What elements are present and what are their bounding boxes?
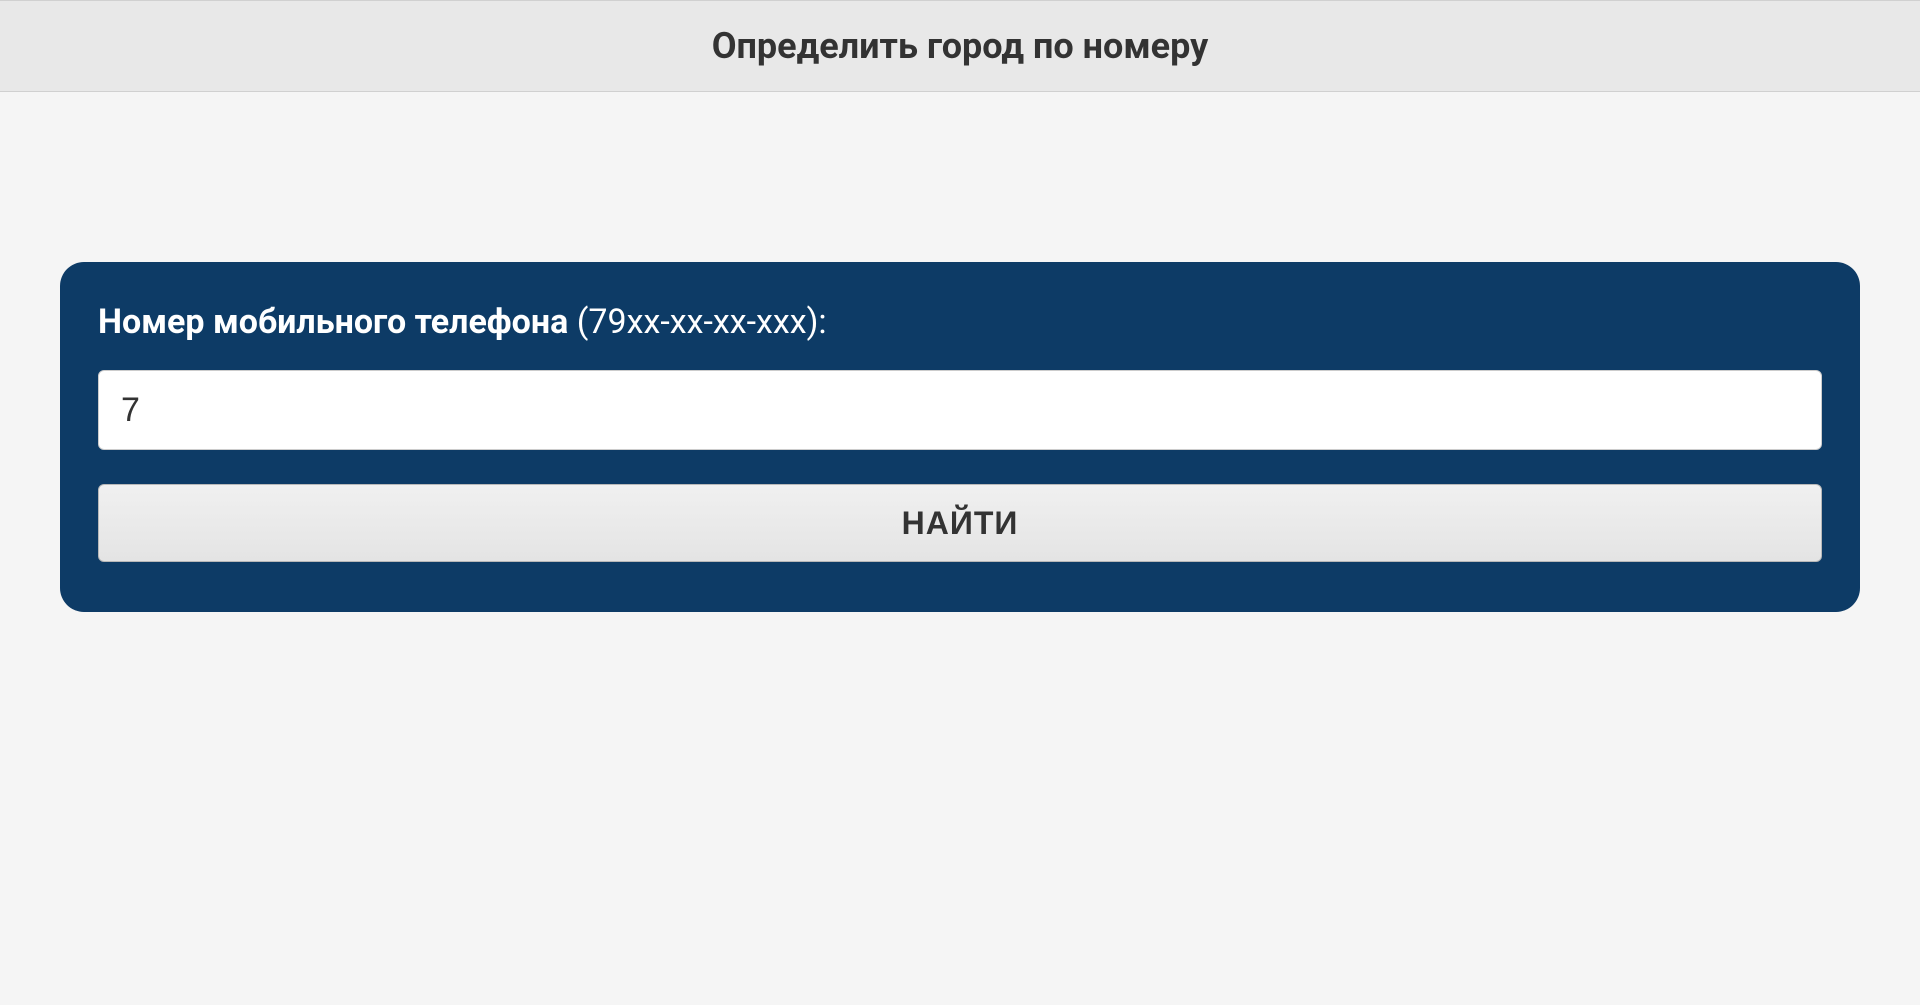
find-button[interactable]: НАЙТИ (98, 484, 1822, 562)
page-title: Определить город по номеру (0, 25, 1920, 67)
phone-input[interactable] (98, 370, 1822, 450)
header-bar: Определить город по номеру (0, 0, 1920, 92)
content-wrapper: Номер мобильного телефона (79xx-xx-xx-xx… (0, 92, 1920, 612)
phone-label-format: (79xx-xx-xx-xxx): (568, 302, 826, 342)
phone-label-bold: Номер мобильного телефона (98, 302, 568, 342)
phone-lookup-form: Номер мобильного телефона (79xx-xx-xx-xx… (60, 262, 1860, 612)
phone-input-label: Номер мобильного телефона (79xx-xx-xx-xx… (98, 302, 1822, 342)
